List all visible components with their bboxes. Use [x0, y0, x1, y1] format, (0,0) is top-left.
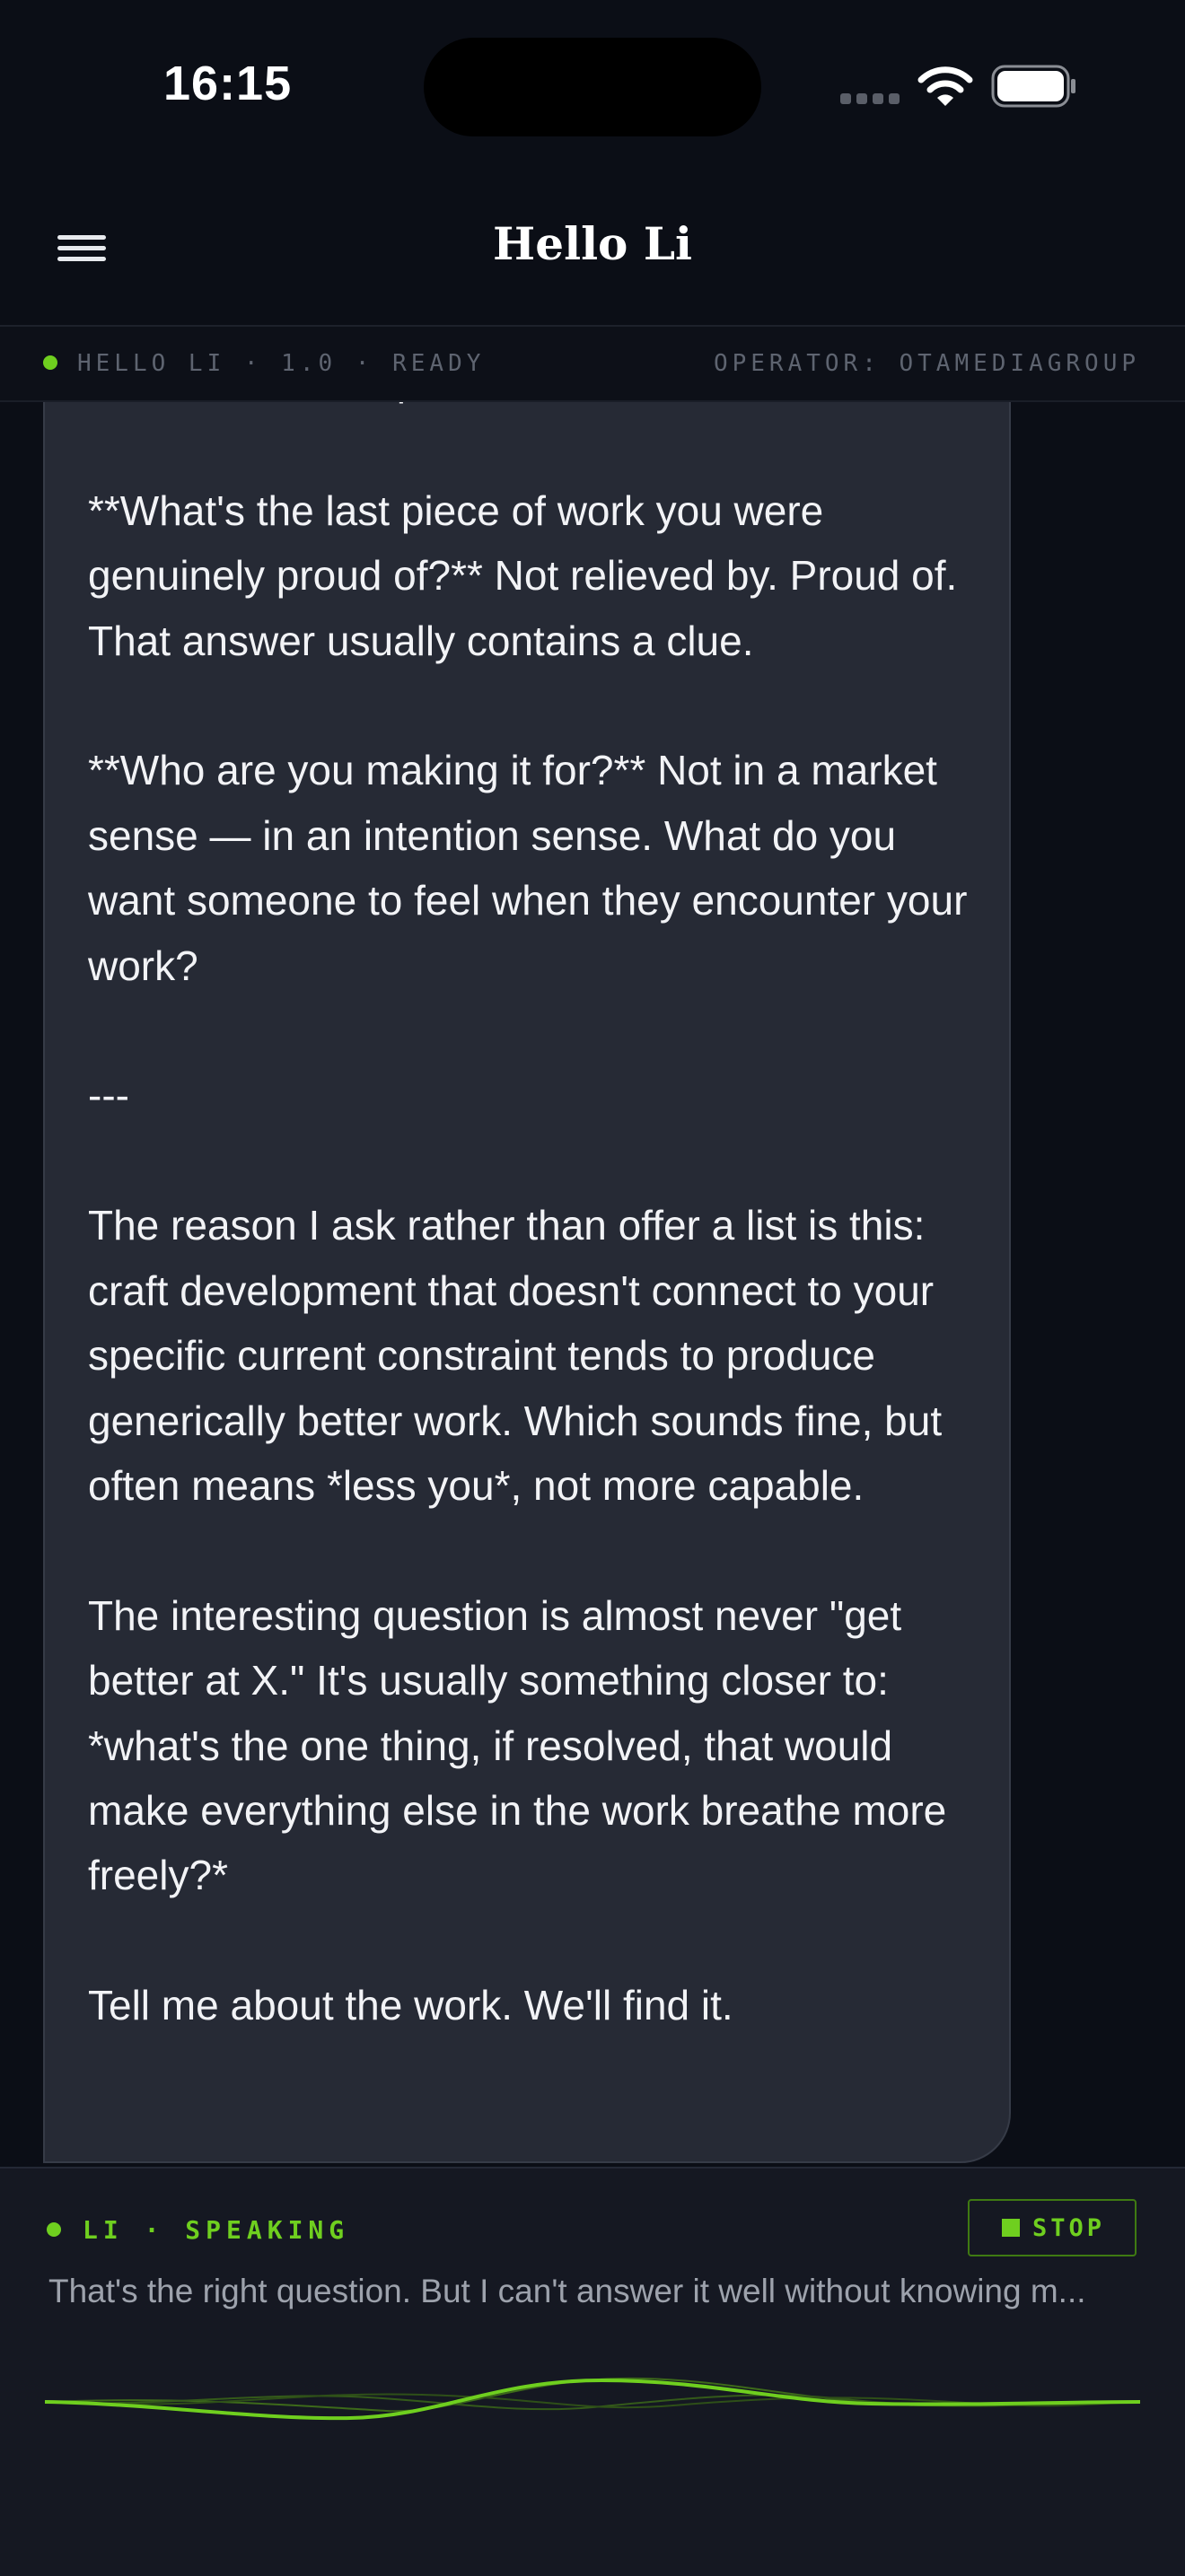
speaking-indicator-dot [47, 2222, 61, 2237]
assistant-message-bubble: inert. What's the persistent friction? *… [43, 402, 1011, 2163]
audio-waveform [45, 2377, 1140, 2421]
chat-scroll-area[interactable]: inert. What's the persistent friction? *… [0, 402, 1185, 2167]
ready-status-dot [43, 355, 57, 370]
stop-button-label: STOP [1032, 2214, 1106, 2242]
wifi-icon [917, 66, 973, 106]
cellular-signal-icon [840, 93, 901, 106]
live-transcript: That's the right question. But I can't a… [48, 2273, 1086, 2309]
page-title: Hello Li [493, 217, 692, 270]
operator-label: OPERATOR: OTAMEDIAGROUP [713, 350, 1140, 377]
speaking-status-label: LI · SPEAKING [83, 2215, 350, 2245]
hamburger-menu-icon[interactable] [50, 226, 113, 271]
status-bar: 16:15 [0, 0, 1185, 171]
stop-button[interactable]: STOP [968, 2199, 1137, 2256]
assistant-message-text: inert. What's the persistent friction? *… [88, 402, 968, 2029]
top-nav-bar: Hello Li [0, 171, 1185, 327]
voice-panel: LI · SPEAKING STOP That's the right ques… [0, 2167, 1185, 2576]
battery-icon [991, 65, 1075, 108]
session-status-text: HELLO LI · 1.0 · READY [77, 350, 486, 377]
dynamic-island [424, 38, 761, 136]
status-time: 16:15 [163, 57, 293, 110]
session-info-strip: HELLO LI · 1.0 · READY OPERATOR: OTAMEDI… [0, 327, 1185, 402]
stop-icon [1002, 2219, 1020, 2237]
